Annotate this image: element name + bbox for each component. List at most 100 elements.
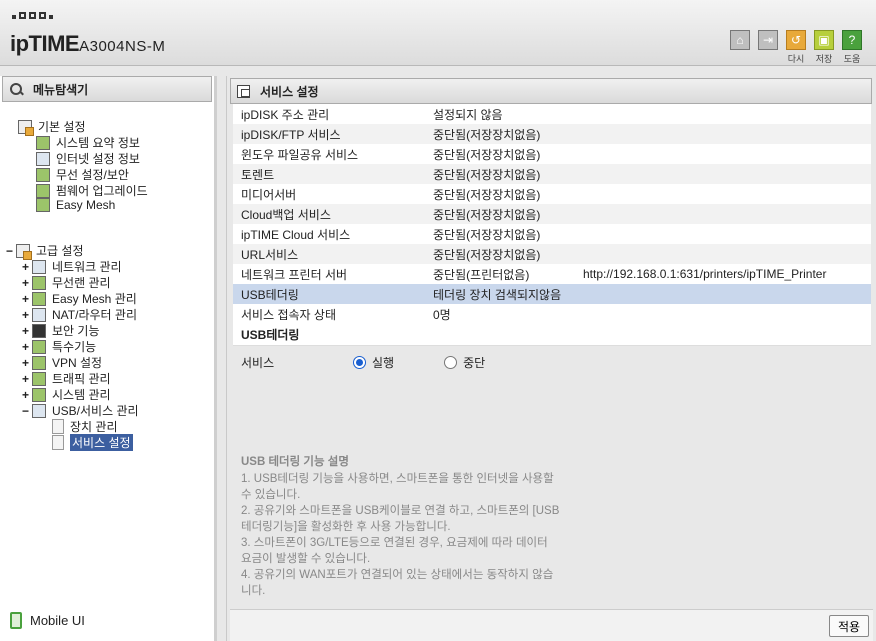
service-status-cell: 설정되지 않음: [433, 107, 503, 122]
help-icon: ?: [842, 30, 862, 50]
model-name: A3004NS-M: [79, 38, 166, 55]
sidebar-item-usb-service[interactable]: − USB/서비스 관리: [22, 402, 139, 419]
wifi-icon: [32, 275, 46, 290]
expand-icon[interactable]: +: [22, 372, 32, 386]
service-status-cell: 중단됨(저장장치없음): [433, 227, 541, 242]
radio-checked-icon[interactable]: [353, 356, 366, 369]
menu-explorer-title: 메뉴탐색기: [33, 82, 89, 97]
expand-icon[interactable]: +: [22, 356, 32, 370]
help-label: 도움: [843, 54, 861, 64]
service-name-cell: ipDISK/FTP 서비스: [241, 127, 341, 142]
expand-icon[interactable]: +: [22, 388, 32, 402]
service-status-cell: 중단됨(저장장치없음): [433, 207, 541, 222]
radio-run[interactable]: 실행: [353, 354, 394, 371]
sidebar-item-nat-router[interactable]: + NAT/라우터 관리: [22, 306, 137, 323]
mesh-icon: [32, 291, 46, 306]
table-row: ipDISK/FTP 서비스 중단됨(저장장치없음): [233, 124, 871, 144]
sidebar-item-network[interactable]: + 네트워크 관리: [22, 258, 122, 275]
expand-icon[interactable]: +: [22, 260, 32, 274]
collapse-icon[interactable]: −: [6, 244, 16, 258]
mobile-ui-label: Mobile UI: [30, 613, 85, 628]
sidebar-item-firmware-upgrade[interactable]: 펌웨어 업그레이드: [36, 182, 148, 199]
service-name-cell: USB테더링: [241, 287, 299, 302]
wifi-icon: [36, 167, 50, 182]
table-row: 서비스 접속자 상태 0명: [233, 304, 871, 324]
sidebar-item-system[interactable]: + 시스템 관리: [22, 386, 111, 403]
description-line: 수 있습니다.: [241, 489, 301, 501]
sidebar-item-traffic[interactable]: + 트래픽 관리: [22, 370, 111, 387]
save-icon: ▣: [814, 30, 834, 50]
footer-bar: 적용: [230, 609, 873, 641]
service-status-cell: 테더링 장치 검색되지않음: [433, 287, 562, 302]
help-button[interactable]: ? 도움: [842, 30, 862, 65]
service-name-cell: 네트워크 프린터 서버: [241, 267, 348, 282]
logout-button[interactable]: ⇥: [758, 30, 778, 50]
sidebar-item-easy-mesh[interactable]: Easy Mesh: [36, 198, 115, 212]
collapse-icon[interactable]: −: [22, 404, 32, 418]
vpn-icon: [32, 355, 46, 370]
mobile-ui-link[interactable]: Mobile UI: [10, 612, 85, 629]
window-icon: [237, 84, 250, 98]
sidebar-item-system-summary[interactable]: 시스템 요약 정보: [36, 134, 140, 151]
table-row: Cloud백업 서비스 중단됨(저장장치없음): [233, 204, 871, 224]
upgrade-icon: [36, 183, 50, 198]
page-icon: [52, 419, 64, 434]
sidebar-item-service-settings[interactable]: 서비스 설정: [52, 434, 133, 451]
service-radio-group: 서비스 실행 중단: [241, 354, 535, 371]
save-label: 저장: [815, 54, 833, 64]
tree-advanced-settings[interactable]: − 고급 설정: [6, 242, 84, 260]
table-row: ipDISK 주소 관리 설정되지 않음: [233, 104, 871, 124]
sidebar-item-wireless-lan[interactable]: + 무선랜 관리: [22, 274, 111, 291]
save-button[interactable]: ▣ 저장: [814, 30, 834, 65]
service-name-cell: 서비스 접속자 상태: [241, 307, 336, 322]
mesh-icon: [36, 198, 50, 212]
service-name-cell: 윈도우 파일공유 서비스: [241, 147, 359, 162]
folder-icon: [16, 243, 32, 260]
sidebar-item-easy-mesh-mgmt[interactable]: + Easy Mesh 관리: [22, 290, 137, 307]
brand-logo: ipTIMEA3004NS-M: [10, 31, 166, 56]
sidebar-item-wireless-security[interactable]: 무선 설정/보안: [36, 166, 129, 183]
sidebar-item-device-mgmt[interactable]: 장치 관리: [52, 418, 118, 435]
sidebar-item-vpn[interactable]: + VPN 설정: [22, 354, 102, 371]
expand-icon[interactable]: +: [22, 292, 32, 306]
special-icon: [32, 339, 46, 354]
service-name-cell: 토렌트: [241, 167, 275, 182]
usb-icon: [32, 403, 46, 418]
service-status-cell: 중단됨(저장장치없음): [433, 167, 541, 182]
tree-basic-settings[interactable]: 기본 설정: [18, 118, 86, 136]
menu-explorer: 메뉴탐색기 기본 설정 시스템 요약 정보 인터넷 설정 정보 무선 설정/보안…: [0, 76, 217, 641]
expand-icon[interactable]: +: [22, 324, 32, 338]
sidebar-item-security[interactable]: + 보안 기능: [22, 322, 100, 339]
table-row: USB테더링 테더링 장치 검색되지않음: [233, 284, 871, 304]
page-icon: [52, 435, 64, 450]
service-name-cell: ipTIME Cloud 서비스: [241, 227, 351, 242]
menu-explorer-header: 메뉴탐색기: [2, 76, 212, 102]
service-status-table: ipDISK 주소 관리 설정되지 않음 ipDISK/FTP 서비스 중단됨(저장장…: [233, 104, 871, 324]
refresh-button[interactable]: ↺ 다시: [786, 30, 806, 65]
service-status-cell: 중단됨(프린터없음): [433, 267, 530, 282]
expand-icon[interactable]: +: [22, 340, 32, 354]
description-line: 2. 공유기와 스마트폰을 USB케이블로 연결 하고, 스마트폰의 [USB: [241, 505, 560, 517]
sidebar-item-internet-info[interactable]: 인터넷 설정 정보: [36, 150, 140, 167]
service-status-cell: 중단됨(저장장치없음): [433, 247, 541, 262]
router-icon: [32, 307, 46, 322]
table-row: 윈도우 파일공유 서비스 중단됨(저장장치없음): [233, 144, 871, 164]
service-name-cell: Cloud백업 서비스: [241, 207, 331, 222]
table-row: 토렌트 중단됨(저장장치없음): [233, 164, 871, 184]
radio-unchecked-icon[interactable]: [444, 356, 458, 369]
service-name-cell: URL서비스: [241, 247, 299, 262]
description-line: 니다.: [241, 585, 266, 597]
expand-icon[interactable]: +: [22, 276, 32, 290]
expand-icon[interactable]: +: [22, 308, 32, 322]
table-row: 네트워크 프린터 서버 중단됨(프린터없음) http://192.168.0.1:…: [233, 264, 871, 284]
radio-stop[interactable]: 중단: [444, 354, 485, 371]
content-panel: 서비스 설정 ipDISK 주소 관리 설정되지 않음 ipDISK/FTP 서비스…: [226, 76, 874, 641]
logo-mark: [12, 12, 53, 19]
monitor-icon: [36, 151, 50, 166]
home-button[interactable]: ⌂: [730, 30, 750, 50]
refresh-icon: ↺: [786, 30, 806, 50]
table-row: ipTIME Cloud 서비스 중단됨(저장장치없음): [233, 224, 871, 244]
sidebar-item-special[interactable]: + 특수기능: [22, 338, 96, 355]
description-line: 4. 공유기의 WAN포트가 연결되어 있는 상태에서는 동작하지 않습: [241, 569, 554, 581]
apply-button[interactable]: 적용: [829, 615, 869, 637]
